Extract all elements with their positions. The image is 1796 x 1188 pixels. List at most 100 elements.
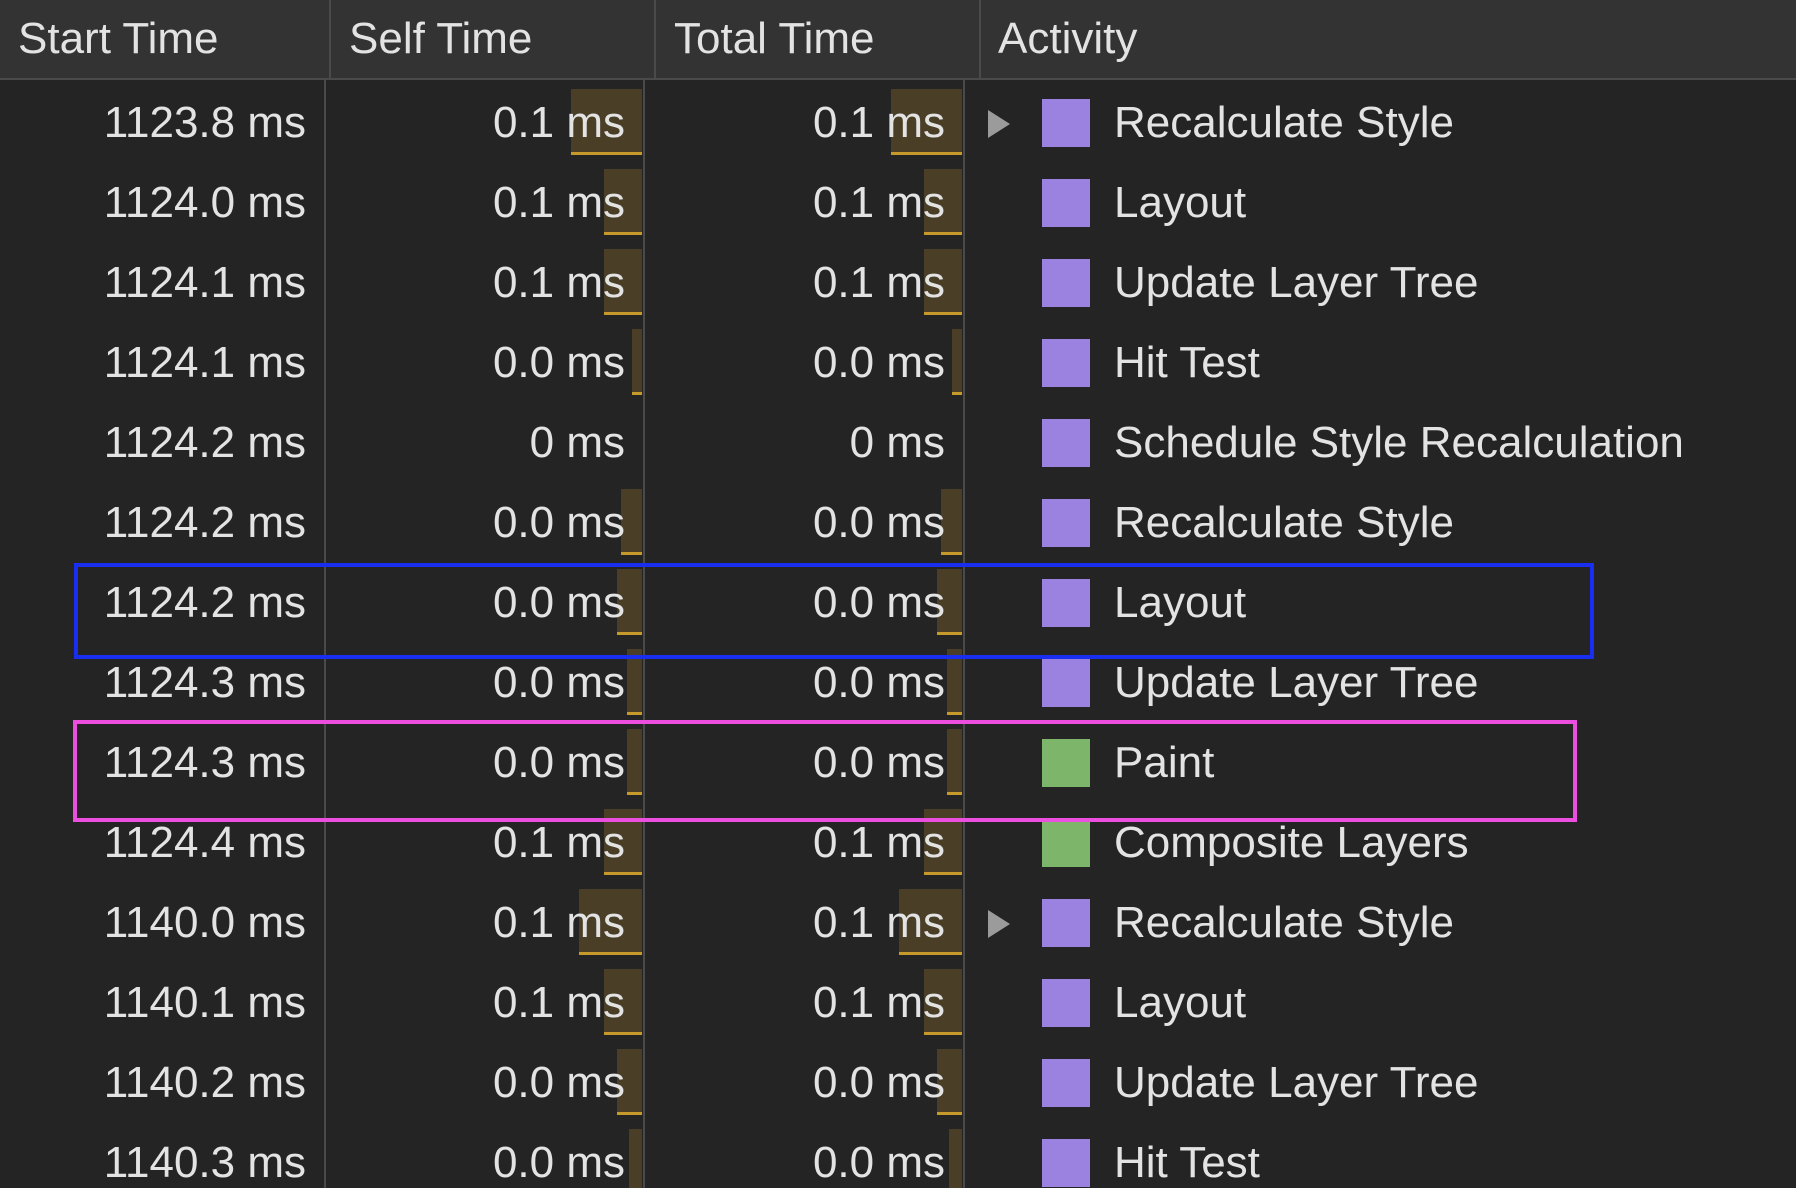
table-row[interactable]: 1124.0 ms 0.1 ms 0.1 ms Layout <box>0 163 1796 243</box>
self-time-cell: 0.0 ms <box>327 323 625 403</box>
self-time-value: 0.1 ms <box>492 258 625 307</box>
timeline-event-table: Start Time Self Time Total Time Activity… <box>0 0 1796 1188</box>
start-time-cell: 1124.3 ms <box>103 738 306 787</box>
column-header-total-time[interactable]: Total Time <box>656 0 980 78</box>
table-row[interactable]: 1124.2 ms 0.0 ms 0.0 ms Layout <box>0 563 1796 643</box>
self-time-cell: 0.0 ms <box>327 1043 625 1123</box>
activity-name: Paint <box>1114 738 1215 787</box>
table-row[interactable]: 1140.2 ms 0.0 ms 0.0 ms Update Layer Tree <box>0 1043 1796 1123</box>
total-time-cell: 0.1 ms <box>647 883 945 963</box>
total-time-value: 0.0 ms <box>812 578 945 627</box>
category-color-swatch <box>1042 1139 1090 1187</box>
activity-name: Hit Test <box>1114 338 1260 387</box>
total-time-value: 0.1 ms <box>812 818 945 867</box>
header-divider[interactable] <box>329 0 331 80</box>
total-time-cell: 0.1 ms <box>647 803 945 883</box>
triangle-right-icon[interactable] <box>988 910 1010 938</box>
table-row[interactable]: 1140.1 ms 0.1 ms 0.1 ms Layout <box>0 963 1796 1043</box>
category-color-swatch <box>1042 739 1090 787</box>
self-time-value: 0.0 ms <box>492 498 625 547</box>
total-time-cell: 0.0 ms <box>647 323 945 403</box>
activity-name: Layout <box>1114 178 1247 227</box>
self-time-cell: 0.1 ms <box>327 803 625 883</box>
total-time-value: 0.0 ms <box>812 738 945 787</box>
total-time-cell: 0.0 ms <box>647 1043 945 1123</box>
self-time-cell: 0.1 ms <box>327 163 625 243</box>
self-time-value: 0.1 ms <box>492 898 625 947</box>
total-time-cell: 0.0 ms <box>647 1123 945 1188</box>
total-time-bar <box>949 1129 962 1188</box>
activity-name: Layout <box>1114 978 1247 1027</box>
self-time-cell: 0.0 ms <box>327 483 625 563</box>
table-row[interactable]: 1140.0 ms 0.1 ms 0.1 ms Recalculate Style <box>0 883 1796 963</box>
self-time-value: 0.1 ms <box>492 818 625 867</box>
start-time-cell: 1124.1 ms <box>103 338 306 387</box>
self-time-cell: 0.1 ms <box>327 963 625 1043</box>
start-time-cell: 1140.0 ms <box>103 898 306 947</box>
self-time-value: 0.0 ms <box>492 1058 625 1107</box>
self-time-bar <box>627 649 642 715</box>
category-color-swatch <box>1042 1059 1090 1107</box>
column-header-start-time[interactable]: Start Time <box>0 0 330 78</box>
self-time-cell: 0.1 ms <box>327 883 625 963</box>
self-time-value: 0.0 ms <box>492 738 625 787</box>
activity-name: Update Layer Tree <box>1114 258 1479 307</box>
total-time-value: 0.1 ms <box>812 178 945 227</box>
table-row[interactable]: 1124.3 ms 0.0 ms 0.0 ms Paint <box>0 723 1796 803</box>
category-color-swatch <box>1042 979 1090 1027</box>
total-time-value: 0.1 ms <box>812 898 945 947</box>
header-divider[interactable] <box>979 0 981 80</box>
header-divider[interactable] <box>654 0 656 80</box>
activity-name: Recalculate Style <box>1114 898 1454 947</box>
start-time-cell: 1124.2 ms <box>103 418 306 467</box>
table-row[interactable]: 1124.1 ms 0.1 ms 0.1 ms Update Layer Tree <box>0 243 1796 323</box>
table-row[interactable]: 1140.3 ms 0.0 ms 0.0 ms Hit Test <box>0 1123 1796 1188</box>
self-time-cell: 0 ms <box>327 403 625 483</box>
activity-name: Recalculate Style <box>1114 498 1454 547</box>
total-time-value: 0.1 ms <box>812 258 945 307</box>
self-time-value: 0.1 ms <box>492 178 625 227</box>
table-row[interactable]: 1124.3 ms 0.0 ms 0.0 ms Update Layer Tree <box>0 643 1796 723</box>
column-header-activity[interactable]: Activity <box>980 0 1796 78</box>
total-time-cell: 0.0 ms <box>647 723 945 803</box>
self-time-cell: 0.0 ms <box>327 563 625 643</box>
start-time-cell: 1124.1 ms <box>103 258 306 307</box>
column-header-self-time[interactable]: Self Time <box>331 0 655 78</box>
self-time-value: 0.0 ms <box>492 338 625 387</box>
self-time-value: 0.0 ms <box>492 1138 625 1187</box>
category-color-swatch <box>1042 499 1090 547</box>
total-time-bar <box>947 729 962 795</box>
category-color-swatch <box>1042 659 1090 707</box>
total-time-value: 0 ms <box>849 418 945 467</box>
total-time-cell: 0.1 ms <box>647 963 945 1043</box>
table-row[interactable]: 1124.4 ms 0.1 ms 0.1 ms Composite Layers <box>0 803 1796 883</box>
category-color-swatch <box>1042 419 1090 467</box>
activity-name: Layout <box>1114 578 1247 627</box>
category-color-swatch <box>1042 819 1090 867</box>
total-time-cell: 0.0 ms <box>647 563 945 643</box>
category-color-swatch <box>1042 99 1090 147</box>
self-time-cell: 0.0 ms <box>327 643 625 723</box>
category-color-swatch <box>1042 179 1090 227</box>
total-time-value: 0.1 ms <box>812 978 945 1027</box>
table-row[interactable]: 1124.2 ms 0 ms 0 ms Schedule Style Recalcul… <box>0 403 1796 483</box>
table-row[interactable]: 1124.1 ms 0.0 ms 0.0 ms Hit Test <box>0 323 1796 403</box>
self-time-cell: 0.1 ms <box>327 83 625 163</box>
start-time-cell: 1124.2 ms <box>103 498 306 547</box>
total-time-value: 0.0 ms <box>812 498 945 547</box>
self-time-cell: 0.0 ms <box>327 723 625 803</box>
start-time-cell: 1124.2 ms <box>103 578 306 627</box>
total-time-cell: 0.1 ms <box>647 243 945 323</box>
category-color-swatch <box>1042 579 1090 627</box>
self-time-cell: 0.1 ms <box>327 243 625 323</box>
self-time-value: 0 ms <box>529 418 625 467</box>
table-row[interactable]: 1124.2 ms 0.0 ms 0.0 ms Recalculate Style <box>0 483 1796 563</box>
table-row[interactable]: 1123.8 ms 0.1 ms 0.1 ms Recalculate Style <box>0 83 1796 163</box>
triangle-right-icon[interactable] <box>988 110 1010 138</box>
category-color-swatch <box>1042 899 1090 947</box>
total-time-cell: 0.1 ms <box>647 163 945 243</box>
start-time-cell: 1140.3 ms <box>103 1138 306 1187</box>
self-time-bar <box>627 729 642 795</box>
self-time-value: 0.1 ms <box>492 98 625 147</box>
total-time-value: 0.1 ms <box>812 98 945 147</box>
